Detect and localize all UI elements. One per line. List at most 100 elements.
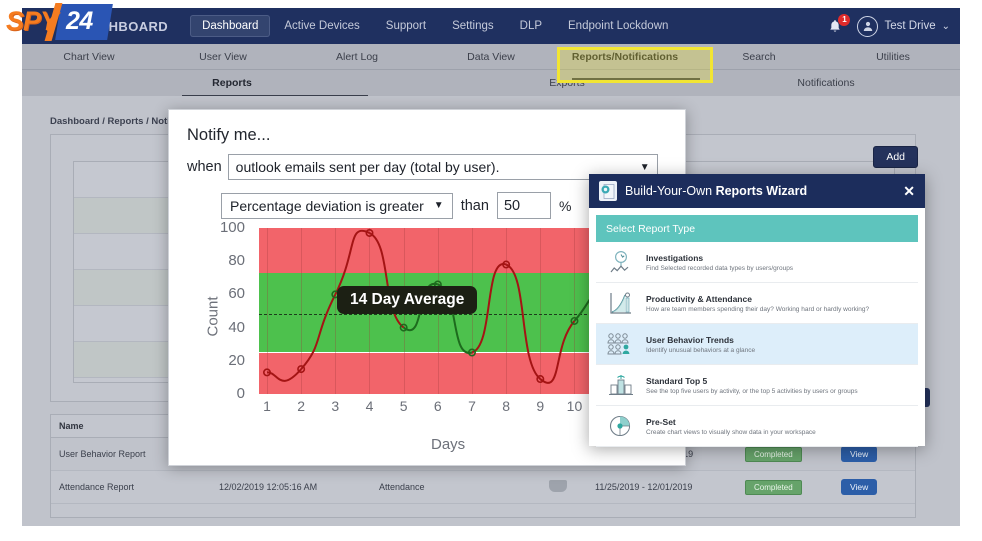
subnav-item-data-view[interactable]: Data View — [424, 51, 558, 63]
threshold-condition-row: Percentage deviation is greater ▼ than 5… — [221, 192, 571, 219]
cell-created: 12/02/2019 12:05:16 AM — [211, 470, 371, 504]
y-tick-label: 40 — [228, 318, 245, 336]
y-tick-label: 100 — [219, 219, 245, 236]
top-nav-items: Dashboard Active Devices Support Setting… — [190, 15, 680, 37]
x-tick-label: 4 — [365, 398, 374, 414]
wizard-option-name: Pre-Set — [646, 416, 676, 427]
subnav2-item-notifications[interactable]: Notifications — [692, 77, 960, 89]
percent-symbol: % — [558, 197, 572, 214]
nav-item-active-devices[interactable]: Active Devices — [272, 15, 371, 37]
logo-text-24: 24 — [66, 7, 93, 35]
report-thumbnail-icon — [549, 480, 567, 492]
nav-item-dashboard[interactable]: Dashboard — [190, 15, 271, 37]
wizard-option-name: Productivity & Attendance — [646, 293, 752, 304]
cell-type: Attendance — [371, 470, 541, 504]
wizard-option-pre-set[interactable]: Pre-Set Create chart views to visually s… — [596, 406, 918, 447]
metric-select-value: outlook emails sent per day (total by us… — [235, 159, 500, 175]
x-tick-label: 2 — [297, 398, 306, 414]
user-menu[interactable]: Test Drive ⌄ — [857, 15, 950, 37]
wizard-option-desc: Identify unusual behaviors at a glance — [646, 346, 756, 354]
screenshot-root: DASHBOARD Dashboard Active Devices Suppo… — [0, 0, 982, 541]
nav-item-support[interactable]: Support — [374, 15, 438, 37]
close-icon[interactable]: ✕ — [903, 183, 915, 200]
wizard-section-header: Select Report Type — [596, 215, 918, 242]
user-name-label: Test Drive — [884, 20, 936, 32]
subnav-item-alert-log[interactable]: Alert Log — [290, 51, 424, 63]
cell-action: View — [833, 470, 915, 504]
wizard-header: Build-Your-Own Reports Wizard ✕ — [589, 174, 925, 208]
chevron-down-icon: ⌄ — [941, 20, 950, 32]
breadcrumb: Dashboard / Reports / Noti — [50, 116, 170, 127]
gear-document-icon — [601, 183, 615, 199]
y-tick-label: 20 — [228, 351, 245, 369]
magnifier-chart-icon — [606, 248, 636, 276]
view-button[interactable]: View — [841, 446, 878, 462]
table-row[interactable]: Attendance Report 12/02/2019 12:05:16 AM… — [51, 470, 915, 504]
avatar — [857, 15, 879, 37]
wizard-option-name: Investigations — [646, 252, 704, 263]
wizard-option-standard-top-5[interactable]: Standard Top 5 See the top five users by… — [596, 365, 918, 406]
active-tab-underline-secondary — [572, 78, 700, 80]
series-segment — [266, 368, 302, 382]
x-tick-label: 7 — [468, 398, 476, 414]
wizard-option-desc: Find Selected recorded data types by use… — [646, 264, 794, 272]
x-tick-label: 8 — [502, 398, 511, 414]
x-tick-label: 9 — [536, 398, 545, 414]
condition-select-value: Percentage deviation is greater — [230, 197, 424, 214]
y-tick-label: 0 — [236, 385, 245, 402]
subnav-item-utilities[interactable]: Utilities — [826, 51, 960, 63]
nav-item-dlp[interactable]: DLP — [508, 15, 554, 37]
subnav-item-reports-notifications[interactable]: Reports/Notifications — [558, 51, 692, 63]
sub-navigation-row-primary: Chart View User View Alert Log Data View… — [22, 44, 960, 70]
wizard-document-icon — [599, 181, 617, 201]
wizard-option-text: Investigations Find Selected recorded da… — [646, 253, 793, 272]
wizard-option-text: Pre-Set Create chart views to visually s… — [646, 417, 816, 436]
wizard-option-name: User Behavior Trends — [646, 334, 734, 345]
wizard-option-desc: How are team members spending their day?… — [646, 305, 870, 313]
reports-wizard-dialog: Build-Your-Own Reports Wizard ✕ Select R… — [589, 174, 925, 447]
average-annotation-label: 14 Day Average — [337, 286, 478, 314]
pie-chart-icon — [606, 412, 636, 440]
when-label: when — [187, 159, 222, 175]
wizard-option-desc: Create chart views to visually show data… — [646, 428, 816, 436]
wizard-option-user-behavior-trends[interactable]: User Behavior Trends Identify unusual be… — [596, 324, 918, 365]
spy24-logo: SPY 24 — [6, 2, 113, 42]
view-button[interactable]: View — [841, 479, 878, 495]
wizard-option-productivity-attendance[interactable]: Productivity & Attendance How are team m… — [596, 283, 918, 324]
subnav-item-search[interactable]: Search — [692, 51, 826, 63]
application-window: DASHBOARD Dashboard Active Devices Suppo… — [22, 8, 960, 526]
person-icon — [863, 21, 873, 31]
wizard-option-text: User Behavior Trends Identify unusual be… — [646, 335, 755, 354]
series-segment — [334, 229, 370, 295]
wizard-option-name: Standard Top 5 — [646, 375, 708, 386]
wizard-option-investigations[interactable]: Investigations Find Selected recorded da… — [596, 242, 918, 283]
x-tick-label: 10 — [566, 398, 583, 414]
notifications-button[interactable]: 1 — [827, 14, 851, 36]
nav-item-endpoint-lockdown[interactable]: Endpoint Lockdown — [556, 15, 680, 37]
than-label: than — [460, 197, 489, 214]
wizard-title: Build-Your-Own Reports Wizard — [625, 184, 807, 198]
dialog-title: Notify me... — [187, 126, 271, 144]
wizard-title-light: Build-Your-Own — [625, 184, 716, 198]
top-navigation-bar: DASHBOARD Dashboard Active Devices Suppo… — [22, 8, 960, 44]
x-tick-label: 6 — [433, 398, 442, 414]
subnav-item-chart-view[interactable]: Chart View — [22, 51, 156, 63]
wizard-option-text: Standard Top 5 See the top five users by… — [646, 376, 858, 395]
status-badge: Completed — [745, 446, 802, 462]
sub-navigation-row-secondary: Reports Exports Notifications — [22, 70, 960, 96]
status-badge: Completed — [745, 479, 802, 495]
chart-x-axis-label: Days — [431, 436, 466, 453]
add-button[interactable]: Add — [873, 146, 918, 168]
wizard-title-bold: Reports Wizard — [715, 184, 808, 198]
podium-bar-icon — [606, 371, 636, 399]
series-segment — [471, 263, 507, 354]
chevron-down-icon: ▼ — [639, 161, 650, 173]
series-segment — [300, 293, 337, 370]
subnav2-item-reports[interactable]: Reports — [22, 77, 442, 89]
threshold-input[interactable]: 50 — [496, 192, 551, 219]
nav-item-settings[interactable]: Settings — [440, 15, 506, 37]
cell-range: 11/25/2019 - 12/01/2019 — [587, 470, 737, 504]
subnav-item-user-view[interactable]: User View — [156, 51, 290, 63]
condition-select[interactable]: Percentage deviation is greater ▼ — [221, 192, 453, 219]
chevron-down-icon: ▼ — [433, 200, 444, 211]
